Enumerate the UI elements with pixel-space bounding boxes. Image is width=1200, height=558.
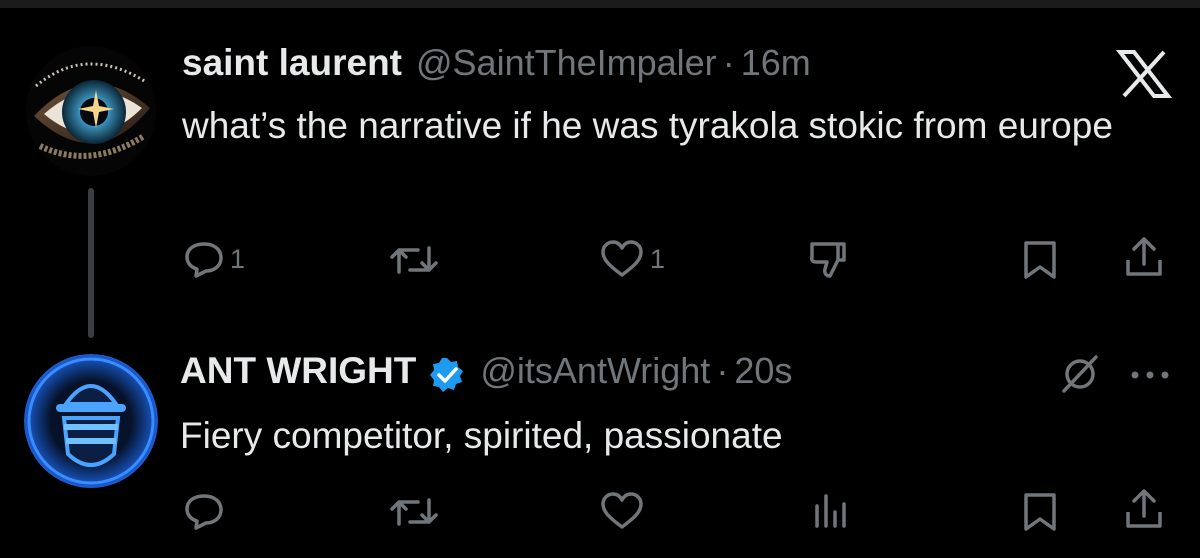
top-divider [0, 0, 1200, 8]
reply-button[interactable] [184, 492, 224, 530]
author-handle[interactable]: @SaintTheImpaler [416, 42, 717, 84]
bookmark-button[interactable] [1022, 492, 1058, 532]
post-header: ANT WRIGHT @itsAntWright · 20s [180, 350, 792, 392]
like-button[interactable] [600, 492, 644, 530]
post-time[interactable]: 20s [734, 350, 792, 392]
x-logo-icon [1116, 50, 1172, 98]
share-icon [1124, 236, 1164, 278]
like-icon [600, 240, 644, 278]
share-icon [1124, 488, 1164, 530]
post-header: saint laurent @SaintTheImpaler · 16m [182, 42, 811, 84]
separator-dot: · [716, 350, 729, 391]
retweet-button[interactable] [390, 494, 438, 530]
reply-icon [184, 240, 224, 278]
like-button[interactable]: 1 [600, 240, 665, 278]
dislike-button[interactable] [808, 240, 852, 280]
retweet-icon [390, 494, 438, 530]
post-text: what’s the narrative if he was tyrakola … [182, 105, 1113, 146]
separator-dot: · [722, 42, 735, 83]
dislike-icon [808, 240, 852, 280]
bookmark-button[interactable] [1022, 240, 1058, 280]
reply-count: 1 [230, 243, 246, 274]
post-time[interactable]: 16m [741, 42, 811, 84]
author-name[interactable]: ANT WRIGHT [180, 350, 416, 392]
thread-line [88, 188, 94, 338]
bookmark-icon [1022, 492, 1058, 532]
more-icon[interactable] [1130, 370, 1170, 380]
like-count: 1 [650, 243, 666, 274]
reply-icon [184, 492, 224, 530]
post-text: Fiery competitor, spirited, passionate [180, 415, 783, 456]
reply-button[interactable]: 1 [184, 240, 245, 278]
author-name[interactable]: saint laurent [182, 42, 402, 84]
avatar-ant-wright[interactable] [24, 354, 158, 488]
verified-badge-icon [428, 356, 466, 394]
retweet-button[interactable] [390, 242, 438, 278]
views-icon [812, 492, 848, 530]
avatar-saint-laurent[interactable] [26, 46, 156, 176]
like-icon [600, 492, 644, 530]
views-button[interactable] [812, 492, 848, 530]
author-handle[interactable]: @itsAntWright [480, 350, 710, 392]
share-button[interactable] [1124, 488, 1164, 530]
mute-icon[interactable] [1058, 354, 1102, 394]
bookmark-icon [1022, 240, 1058, 280]
retweet-icon [390, 242, 438, 278]
share-button[interactable] [1124, 236, 1164, 278]
